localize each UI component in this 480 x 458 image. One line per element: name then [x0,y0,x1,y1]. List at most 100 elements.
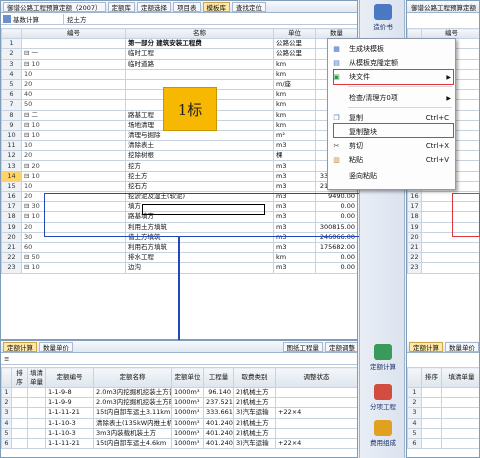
table-row[interactable]: 6 1-1-11-21 15t内自卸车运土4.6km 1000m³ 401.240 3)汽… [1,437,357,450]
table-row[interactable]: 10 ⊟ 10 清理与掘除 m² [1,129,357,142]
table-row[interactable]: 3 ⊟ 10 临时道路 km [1,58,357,70]
tab-item-table[interactable]: 项目表 [173,1,201,12]
table-row[interactable]: 6 [407,437,479,450]
row-cell[interactable] [441,407,479,419]
row-fee-type[interactable]: 2)机械土方 [233,427,276,439]
row-number[interactable]: 21 [1,241,22,254]
row-code[interactable] [21,38,126,50]
cost-book-button[interactable]: 造价书 [362,4,404,31]
row-name[interactable]: 清理与掘除 [125,129,274,142]
row-unit[interactable]: m3 [273,140,316,152]
header-fill[interactable]: 填清单量 [27,367,46,388]
table-row[interactable]: 2 1-1-9-92.0m3内挖掘机挖装土方硬土1000m³237.5212)机械… [1,397,357,409]
row-fill[interactable] [27,417,46,429]
row-code[interactable]: 20 [21,78,126,91]
row-code[interactable]: ⊟ 10 [21,170,126,182]
row-unit[interactable]: m3 [273,262,316,274]
row-fee-type[interactable]: 2)机械土方 [233,417,276,429]
header-quota-code[interactable]: 定额编号 [45,367,94,388]
row-name[interactable]: 边沟 [125,262,274,274]
table-row[interactable]: 21 [407,241,479,254]
tab-quota-library[interactable]: 定额库 [107,1,136,12]
row-fee-type[interactable]: 3)汽车运输 [233,437,276,450]
row-code[interactable]: ⊟ 20 [21,160,126,172]
row-cell[interactable] [421,386,442,399]
row-adjust[interactable] [275,386,357,399]
row-code[interactable]: 10 [21,68,126,80]
table-row[interactable]: 4 10 km [1,68,357,80]
row-work-qty[interactable]: 96.140 [203,386,234,399]
table-row[interactable]: 4 1-1-10-3 清除表土(135kW内推土机) 1000m³ 401.240 2)机… [1,417,357,429]
row-unit[interactable]: km [273,58,316,70]
table-row[interactable]: 1510挖石方m3212339.00 [1,180,357,193]
row-name[interactable]: 临时道路 [125,58,274,70]
row-qty[interactable]: 175682.00 [315,241,357,254]
row-number[interactable]: 2 [1,397,12,409]
menu-item-vertical-paste[interactable]: 竖向粘贴 [328,170,455,183]
row-sort[interactable] [11,437,28,450]
tab-quota-book[interactable]: 御谱公路工程预算定额（2007） [3,1,106,12]
row-cell[interactable] [421,417,442,429]
menu-item-generate-block-template[interactable]: ▦ 生成块模板 [328,43,455,56]
row-number[interactable]: 4 [1,68,22,80]
rb-header-sort[interactable]: 排序 [421,367,442,388]
tab-find-locate[interactable]: 查找定位 [232,1,267,12]
row-unit[interactable]: m3 [273,170,316,182]
row-fill[interactable] [27,407,46,419]
row-sort[interactable] [11,407,28,419]
row-quota-unit[interactable]: 1000m³ [171,386,204,399]
header-unit[interactable]: 单位 [273,27,316,40]
row-quota-code[interactable]: 1-1-11-21 [45,437,94,450]
row-adjust[interactable]: +22×4 [275,407,357,419]
row-number[interactable]: 18 [1,211,22,223]
quota-adjust-button[interactable]: 定额调整 [325,341,357,352]
row-cell[interactable] [441,427,479,439]
row-cell[interactable] [421,437,442,450]
right-tab-qty-price[interactable]: 数量单价 [445,341,479,352]
table-row[interactable]: 5 1-1-10-3 3m3内装载机装土方 1000m³ 401.240 2)机械土方 [1,427,357,439]
row-cell[interactable] [421,397,442,409]
row-quota-name[interactable]: 2.0m3内挖掘机挖装土方普通土 [93,386,172,399]
table-row[interactable]: 5 [407,427,479,439]
fee-composition-button[interactable]: 费用组成 [362,420,404,447]
row-code[interactable]: 50 [21,99,126,111]
row-name[interactable]: 清除表土 [125,140,274,152]
row-number[interactable]: 11 [1,140,22,152]
base-calc-input[interactable]: 挖土方 [63,14,357,24]
row-unit[interactable]: m/座 [273,78,316,91]
row-work-qty[interactable]: 401.240 [203,437,234,450]
row-code[interactable]: ⊟ 二 [21,109,126,121]
menu-item-paste[interactable]: ▥ 粘贴 Ctrl+V [328,154,455,167]
row-cell[interactable] [441,397,479,409]
row-code[interactable] [421,252,479,264]
tab-quota-calc[interactable]: 定额计算 [3,341,37,352]
row-quota-name[interactable]: 3m3内装载机装土方 [93,427,172,439]
row-fee-type[interactable]: 2)机械土方 [233,386,276,399]
row-name[interactable]: 挖除树根 [125,150,274,162]
row-unit[interactable]: m3 [273,241,316,254]
row-code[interactable]: 20 [21,150,126,162]
row-number[interactable]: 14 [1,170,22,182]
row-quota-code[interactable]: 1-1-10-3 [45,427,94,439]
right-tab-quota-calc[interactable]: 定额计算 [409,341,443,352]
row-qty[interactable]: 0.00 [315,252,357,264]
row-number[interactable]: 3 [1,407,12,419]
row-work-qty[interactable]: 237.521 [203,397,234,409]
row-adjust[interactable] [275,417,357,429]
collapse-icon[interactable]: ≡ [4,355,9,363]
table-row[interactable]: 23 [407,262,479,274]
row-fill[interactable] [27,437,46,450]
row-name[interactable]: 挖石方 [125,180,274,193]
table-row[interactable]: 13⊟ 20挖方m30.00 [1,160,357,172]
row-number[interactable]: 16 [1,190,22,203]
row-fill[interactable] [27,397,46,409]
row-name[interactable]: 排水工程 [125,252,274,264]
row-code[interactable]: 10 [21,180,126,193]
table-row[interactable]: 14⊟ 10挖土方m3333661.00 [1,170,357,182]
row-cell[interactable] [441,386,479,399]
bottom-input-bar[interactable]: ≡ [1,354,357,365]
row-fee-type[interactable]: 3)汽车运输 [233,407,276,419]
row-unit[interactable]: 公路公里 [273,48,316,60]
table-row[interactable]: 1 1-1-9-82.0m3内挖掘机挖装土方普通土1000m³96.1402)机械… [1,386,357,399]
row-sort[interactable] [11,427,28,439]
